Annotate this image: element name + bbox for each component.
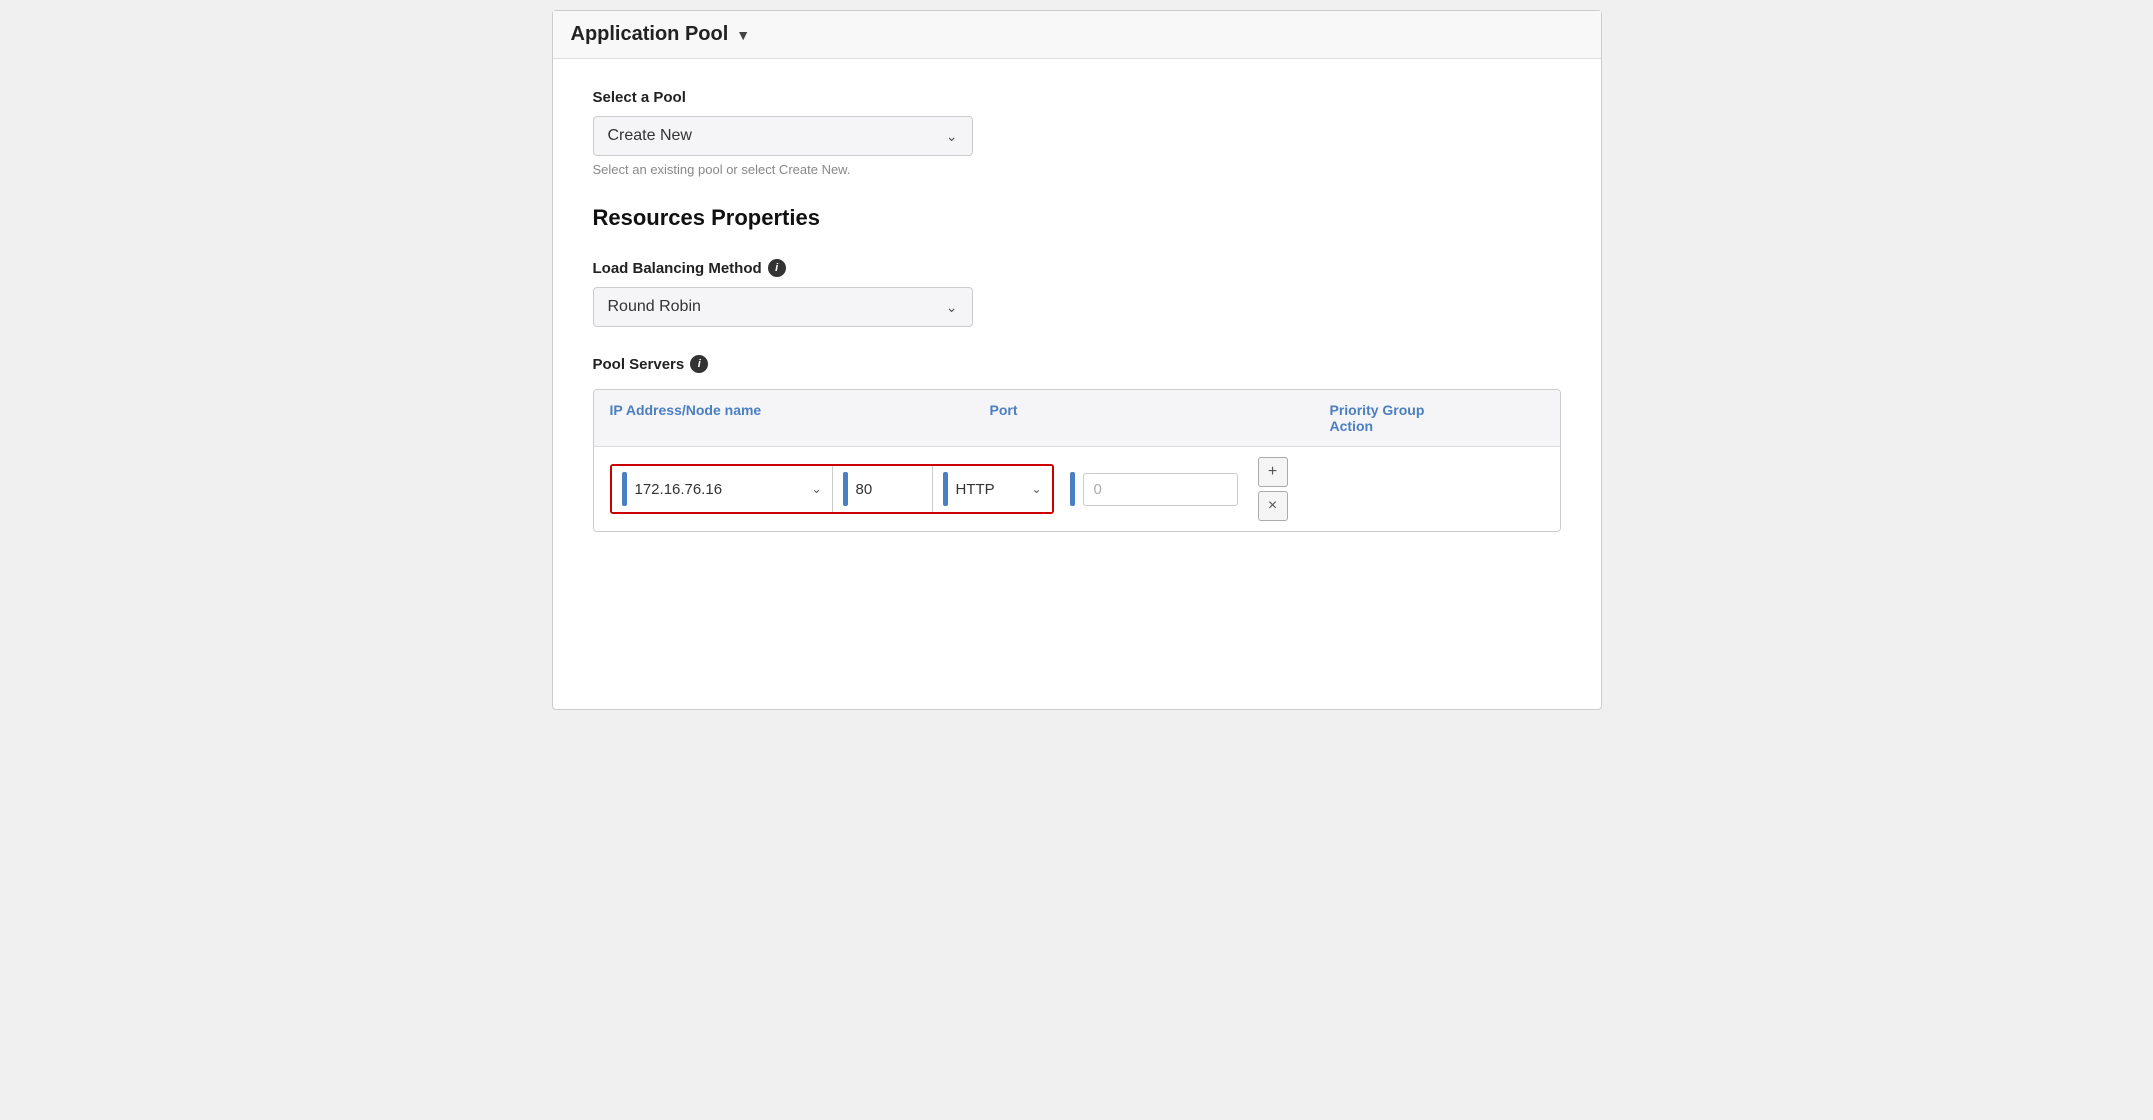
table-row: 172.16.76.16 ⌄ 80 HTTP ⌄: [594, 447, 1560, 531]
select-pool-dropdown[interactable]: Create New ⌄: [593, 116, 973, 156]
priority-input[interactable]: [1083, 473, 1238, 506]
priority-group: [1070, 472, 1238, 506]
protocol-blue-bar: [943, 472, 948, 506]
panel-header: Application Pool ▼: [553, 11, 1601, 59]
pool-servers-table: IP Address/Node name Port Priority Group…: [593, 389, 1561, 532]
protocol-cell: HTTP ⌄: [932, 466, 1052, 512]
resources-title: Resources Properties: [593, 205, 1561, 231]
col-header-action: Action: [1330, 418, 1374, 434]
load-balancing-info-icon[interactable]: i: [768, 259, 786, 277]
load-balancing-label: Load Balancing Method i: [593, 259, 1561, 277]
port-value: 80: [856, 481, 873, 498]
load-balancing-value: Round Robin: [608, 298, 701, 316]
priority-blue-bar: [1070, 472, 1075, 506]
panel-collapse-icon[interactable]: ▼: [736, 27, 750, 43]
add-server-button[interactable]: +: [1258, 457, 1288, 487]
port-cell: 80: [832, 466, 932, 512]
select-pool-label: Select a Pool: [593, 89, 1561, 106]
port-blue-bar: [843, 472, 848, 506]
panel-body: Select a Pool Create New ⌄ Select an exi…: [553, 59, 1601, 562]
col-header-priority: Priority Group Action: [1330, 402, 1510, 434]
ip-cell: 172.16.76.16 ⌄: [612, 466, 832, 512]
protocol-chevron-icon[interactable]: ⌄: [1031, 482, 1041, 496]
load-balancing-dropdown[interactable]: Round Robin ⌄: [593, 287, 973, 327]
load-balancing-section: Load Balancing Method i Round Robin ⌄: [593, 259, 1561, 327]
col-header-port: Port: [990, 402, 1210, 434]
col-header-protocol: [1210, 402, 1330, 434]
ip-port-protocol-group: 172.16.76.16 ⌄ 80 HTTP ⌄: [610, 464, 1054, 514]
col-header-ip: IP Address/Node name: [610, 402, 990, 434]
select-pool-value: Create New: [608, 127, 692, 145]
panel-title: Application Pool: [571, 23, 729, 46]
select-pool-chevron-icon: ⌄: [946, 128, 958, 145]
load-balancing-chevron-icon: ⌄: [946, 299, 958, 316]
pool-servers-label: Pool Servers i: [593, 355, 1561, 373]
select-pool-section: Select a Pool Create New ⌄ Select an exi…: [593, 89, 1561, 177]
ip-blue-bar: [622, 472, 627, 506]
select-pool-hint: Select an existing pool or select Create…: [593, 162, 1561, 177]
action-group: + ×: [1258, 457, 1288, 521]
application-pool-panel: Application Pool ▼ Select a Pool Create …: [552, 10, 1602, 710]
protocol-value: HTTP: [956, 481, 1024, 498]
remove-server-button[interactable]: ×: [1258, 491, 1288, 521]
pool-servers-section: Pool Servers i IP Address/Node name Port…: [593, 355, 1561, 532]
table-header-row: IP Address/Node name Port Priority Group…: [594, 390, 1560, 447]
ip-chevron-icon[interactable]: ⌄: [811, 482, 821, 496]
pool-servers-info-icon[interactable]: i: [690, 355, 708, 373]
ip-value: 172.16.76.16: [635, 481, 804, 498]
